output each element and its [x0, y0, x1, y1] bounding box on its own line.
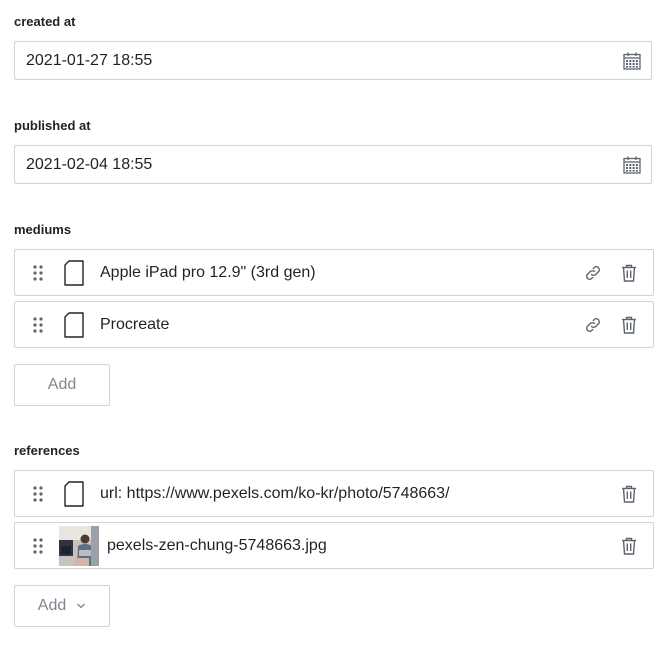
image-thumbnail[interactable]	[59, 525, 99, 566]
link-icon[interactable]	[584, 316, 602, 334]
add-reference-button[interactable]: Add	[14, 585, 110, 627]
link-icon[interactable]	[584, 264, 602, 282]
drag-handle-icon[interactable]	[32, 537, 44, 555]
reference-item[interactable]: url: https://www.pexels.com/ko-kr/photo/…	[14, 470, 654, 517]
add-medium-button[interactable]: Add	[14, 364, 110, 406]
created-at-value[interactable]: 2021-01-27 18:55	[26, 52, 152, 70]
chevron-down-icon	[77, 603, 86, 609]
calendar-icon[interactable]	[623, 52, 641, 70]
created-at-field[interactable]: 2021-01-27 18:55	[14, 41, 652, 80]
mediums-label: mediums	[14, 222, 72, 237]
calendar-icon[interactable]	[623, 156, 641, 174]
medium-item[interactable]: Apple iPad pro 12.9" (3rd gen)	[14, 249, 654, 296]
medium-item[interactable]: Procreate	[14, 301, 654, 348]
reference-item[interactable]: pexels-zen-chung-5748663.jpg	[14, 522, 654, 569]
medium-title[interactable]: Apple iPad pro 12.9" (3rd gen)	[100, 264, 584, 282]
trash-icon[interactable]	[621, 485, 637, 503]
trash-icon[interactable]	[621, 264, 637, 282]
trash-icon[interactable]	[621, 316, 637, 334]
reference-title[interactable]: pexels-zen-chung-5748663.jpg	[107, 537, 621, 555]
published-at-value[interactable]: 2021-02-04 18:55	[26, 156, 152, 174]
document-icon	[64, 480, 84, 507]
published-at-field[interactable]: 2021-02-04 18:55	[14, 145, 652, 184]
medium-title[interactable]: Procreate	[100, 316, 584, 334]
drag-handle-icon[interactable]	[32, 264, 44, 282]
reference-title[interactable]: url: https://www.pexels.com/ko-kr/photo/…	[100, 485, 621, 503]
published-at-label: published at	[14, 118, 91, 133]
references-label: references	[14, 443, 80, 458]
drag-handle-icon[interactable]	[32, 316, 44, 334]
created-at-label: created at	[14, 14, 76, 29]
drag-handle-icon[interactable]	[32, 485, 44, 503]
trash-icon[interactable]	[621, 537, 637, 555]
document-icon	[64, 311, 84, 338]
document-icon	[64, 259, 84, 286]
add-reference-label: Add	[37, 597, 67, 614]
